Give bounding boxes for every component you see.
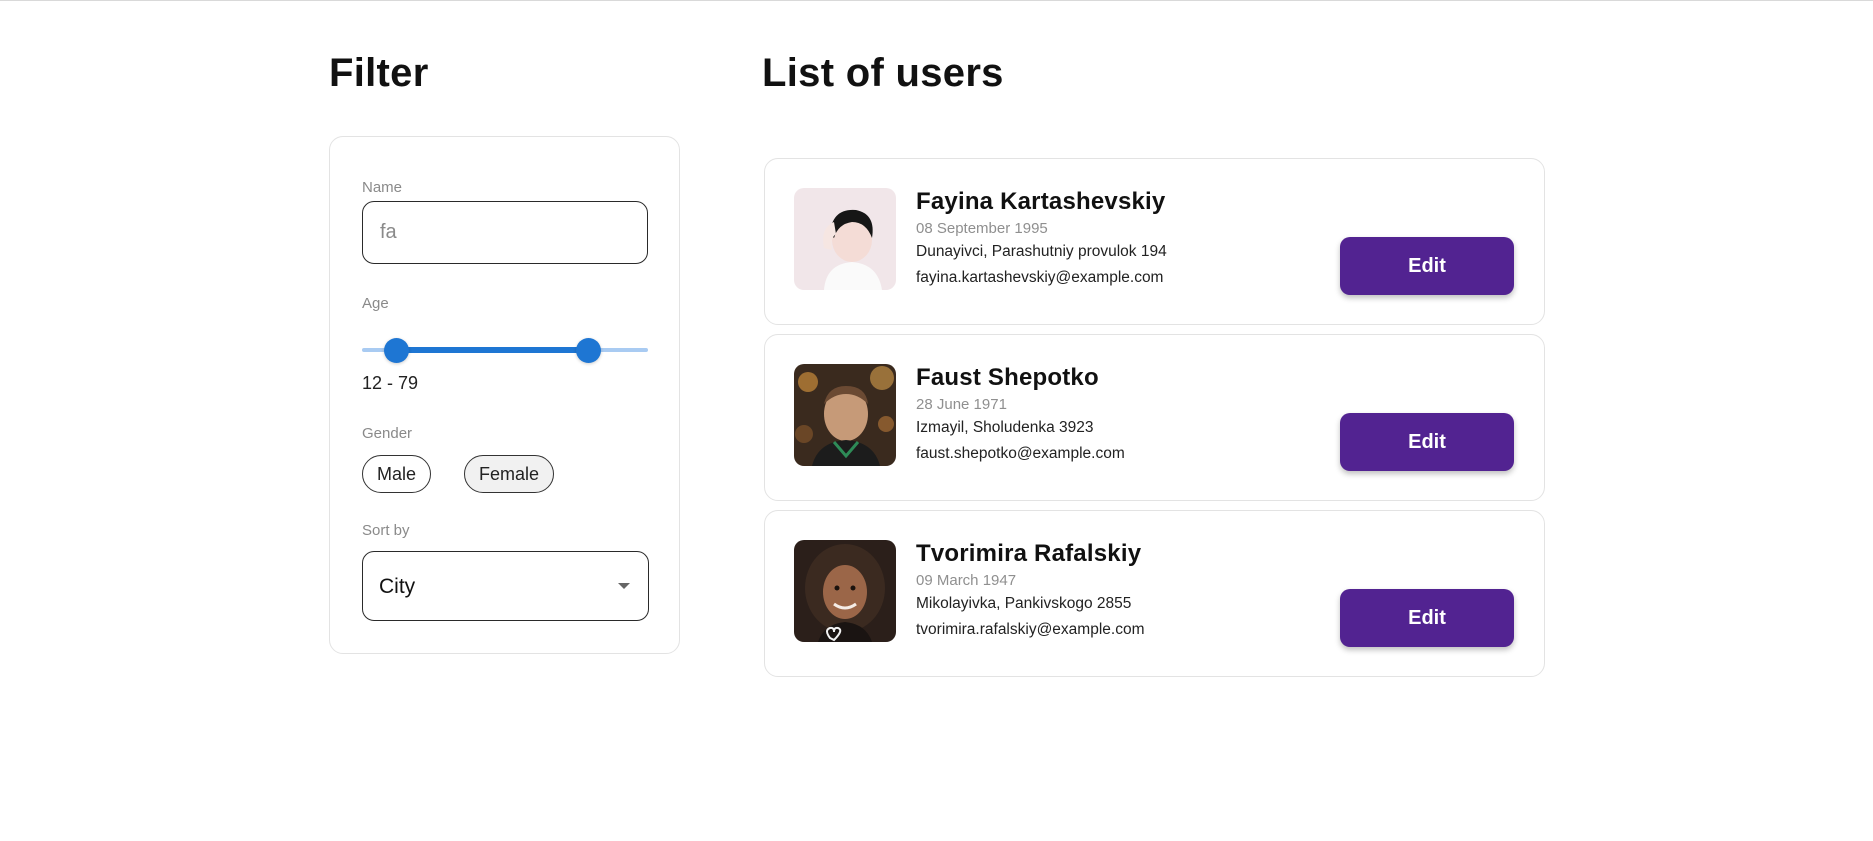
sort-by-select[interactable]: City <box>362 551 649 621</box>
user-name: Fayina Kartashevskiy <box>916 188 1166 215</box>
sort-label: Sort by <box>362 522 410 539</box>
user-email: tvorimira.rafalskiy@example.com <box>916 621 1145 638</box>
user-address: Mikolayivka, Pankivskogo 2855 <box>916 595 1132 612</box>
age-range-slider[interactable] <box>362 337 648 363</box>
user-name: Faust Shepotko <box>916 364 1099 391</box>
name-input[interactable] <box>362 201 648 264</box>
age-label: Age <box>362 295 389 312</box>
avatar <box>794 540 896 642</box>
gender-chip-female[interactable]: Female <box>464 455 555 493</box>
user-birthdate: 09 March 1947 <box>916 572 1017 589</box>
filter-title: Filter <box>329 51 429 95</box>
avatar <box>794 364 896 466</box>
edit-button[interactable]: Edit <box>1340 413 1514 471</box>
user-card: Faust Shepotko 28 June 1971 Izmayil, Sho… <box>764 334 1545 501</box>
user-email: fayina.kartashevskiy@example.com <box>916 269 1164 286</box>
gender-chip-male[interactable]: Male <box>362 455 432 493</box>
gender-label: Gender <box>362 425 413 442</box>
user-address: Dunayivci, Parashutniy provulok 194 <box>916 243 1167 260</box>
slider-thumb-min[interactable] <box>384 338 410 363</box>
list-title: List of users <box>762 51 1004 95</box>
sort-by-value: City <box>379 575 416 598</box>
slider-track <box>396 347 588 353</box>
user-card: Tvorimira Rafalskiy 09 March 1947 Mikola… <box>764 510 1545 677</box>
edit-button[interactable]: Edit <box>1340 237 1514 295</box>
age-range-value: 12 - 79 <box>362 373 419 393</box>
user-birthdate: 08 September 1995 <box>916 220 1048 237</box>
slider-thumb-max[interactable] <box>575 338 601 363</box>
name-label: Name <box>362 179 403 196</box>
user-birthdate: 28 June 1971 <box>916 396 1007 413</box>
avatar <box>794 188 896 290</box>
user-name: Tvorimira Rafalskiy <box>916 540 1142 567</box>
edit-button[interactable]: Edit <box>1340 589 1514 647</box>
user-email: faust.shepotko@example.com <box>916 445 1125 462</box>
filter-panel: Name Age 12 - 79 Gender Male Female Sort… <box>329 136 680 654</box>
user-card: Fayina Kartashevskiy 08 September 1995 D… <box>764 158 1545 325</box>
user-address: Izmayil, Sholudenka 3923 <box>916 419 1094 436</box>
dropdown-arrow-icon <box>618 583 630 589</box>
